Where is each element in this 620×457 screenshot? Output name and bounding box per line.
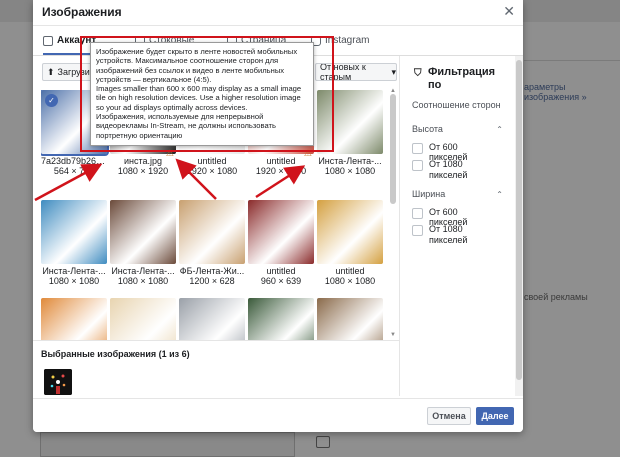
image-thumbnail[interactable]	[317, 298, 383, 340]
checkmark-icon: ✓	[45, 94, 58, 107]
filter-title: ⛉ Фильтрация по	[414, 66, 509, 92]
image-tile[interactable]: untitled 960 × 639	[248, 200, 314, 286]
image-filename: untitled	[197, 156, 227, 166]
next-button[interactable]: Далее	[476, 407, 514, 425]
image-dimensions: 1080 × 1080	[324, 166, 376, 176]
tab-instagram[interactable]: Instagram	[311, 35, 369, 46]
image-dimensions: 1080 × 1920	[117, 166, 169, 176]
filter-width-section[interactable]: Ширина	[412, 189, 502, 199]
image-tile[interactable]	[179, 298, 245, 340]
cancel-button[interactable]: Отмена	[427, 407, 471, 425]
close-icon[interactable]: ✕	[503, 3, 515, 20]
background-store-icon	[316, 436, 330, 448]
account-icon	[43, 35, 53, 46]
sort-select[interactable]: От новых к старым ▾	[315, 63, 397, 81]
chevron-up-icon[interactable]: ⌃	[496, 125, 503, 134]
filter-title-text: Фильтрация по	[428, 66, 496, 91]
image-dimensions: 960 × 639	[260, 276, 302, 286]
image-dimensions: 1200 × 628	[189, 276, 235, 286]
image-filename: 7a23db79b263...	[41, 156, 107, 166]
image-thumbnail[interactable]	[179, 298, 245, 340]
tab-account[interactable]: Аккаунт	[43, 35, 97, 55]
image-dimensions: 1920 × 1080	[186, 166, 238, 176]
funnel-icon: ⛉	[414, 68, 422, 79]
image-thumbnail[interactable]	[248, 298, 314, 340]
filter-aspect-label[interactable]: Соотношение сторон	[412, 100, 501, 110]
image-tile[interactable]	[41, 298, 107, 340]
height-1080-label: От 1080 пикселей	[429, 159, 468, 180]
image-dimensions: 1920 × 1080	[255, 166, 307, 176]
tooltip-text-mobile: Изображение будет скрыто в ленте новосте…	[96, 47, 298, 84]
image-thumbnail[interactable]	[41, 200, 107, 264]
filter-scrollbar[interactable]	[515, 56, 523, 396]
background-bottom-box	[40, 432, 295, 457]
image-tile[interactable]	[317, 298, 383, 340]
tab-instagram-label: Instagram	[325, 35, 370, 46]
image-dimensions: 1080 × 1080	[48, 276, 100, 286]
image-filename: Инста-Лента-...	[318, 156, 382, 166]
background-ad-text: своей рекламы	[524, 292, 588, 302]
image-tile[interactable]: Инста-Лента-... 1080 × 1080	[41, 200, 107, 286]
image-warning-tooltip: Изображение будет скрыто в ленте новосте…	[90, 42, 314, 146]
filter-height-section[interactable]: Высота	[412, 124, 502, 134]
image-thumbnail[interactable]	[110, 298, 176, 340]
selected-images-strip: Выбранные изображения (1 из 6)	[33, 340, 399, 398]
background-image-params-link: араметры изображения »	[524, 82, 587, 102]
image-filename: Инста-Лента-...	[111, 266, 175, 276]
filter-scroll-thumb[interactable]	[516, 60, 522, 380]
chevron-down-icon: ▾	[391, 66, 396, 77]
image-dimensions: 564 × 796	[53, 166, 95, 176]
image-filename: untitled	[266, 266, 296, 276]
width-600-checkbox[interactable]	[412, 208, 423, 219]
grid-scrollbar[interactable]: ▲ ▼	[389, 88, 397, 340]
image-filename: untitled	[335, 266, 365, 276]
scroll-down-icon[interactable]: ▼	[390, 332, 396, 338]
image-tile[interactable]	[248, 298, 314, 340]
image-tile[interactable]: Инста-Лента-... 1080 × 1080	[110, 200, 176, 286]
upload-icon: ⬆	[47, 66, 55, 77]
filter-width-label: Ширина	[412, 189, 446, 199]
selected-images-label: Выбранные изображения (1 из 6)	[41, 349, 190, 359]
image-thumbnail[interactable]	[317, 200, 383, 264]
selected-image-thumb[interactable]	[44, 369, 72, 395]
image-tile[interactable]: Инста-Лента-... 1080 × 1080	[317, 90, 383, 176]
tooltip-text-instream: Изображения, используемые для непрерывно…	[96, 112, 276, 140]
image-dimensions: 1080 × 1080	[324, 276, 376, 286]
warning-icon[interactable]: ⚠	[166, 148, 174, 159]
image-tile[interactable]	[110, 298, 176, 340]
warning-icon[interactable]: ⚠	[304, 148, 312, 159]
filter-height-label: Высота	[412, 124, 443, 134]
image-thumbnail[interactable]	[248, 200, 314, 264]
height-1080-checkbox[interactable]	[412, 160, 423, 171]
image-filename: ФБ-Лента-Жи...	[179, 266, 245, 276]
grid-scroll-thumb[interactable]	[390, 94, 396, 204]
width-1080-label: От 1080 пикселей	[429, 224, 468, 245]
width-1080-option[interactable]: От 1080 пикселей	[412, 224, 479, 246]
image-filename: Инста-Лента-...	[42, 266, 106, 276]
tooltip-text-resolution: Images smaller than 600 x 600 may displa…	[96, 84, 302, 112]
sort-select-label: От новых к старым	[320, 63, 366, 81]
modal-title: Изображения	[42, 5, 122, 19]
image-thumbnail[interactable]	[179, 200, 245, 264]
height-600-checkbox[interactable]	[412, 143, 423, 154]
image-thumbnail[interactable]	[110, 200, 176, 264]
chevron-up-icon[interactable]: ⌃	[496, 190, 503, 199]
image-tile[interactable]: ФБ-Лента-Жи... 1200 × 628	[179, 200, 245, 286]
width-1080-checkbox[interactable]	[412, 225, 423, 236]
image-thumbnail[interactable]	[317, 90, 383, 154]
image-tile[interactable]: untitled 1080 × 1080	[317, 200, 383, 286]
modal-footer: Отмена Далее	[33, 398, 523, 432]
height-1080-option[interactable]: От 1080 пикселей	[412, 159, 479, 181]
image-dimensions: 1080 × 1080	[117, 276, 169, 286]
image-thumbnail[interactable]	[41, 298, 107, 340]
filter-panel: ⛉ Фильтрация по Соотношение сторон Высот…	[399, 56, 513, 396]
modal-header: Изображения ✕	[33, 0, 523, 26]
